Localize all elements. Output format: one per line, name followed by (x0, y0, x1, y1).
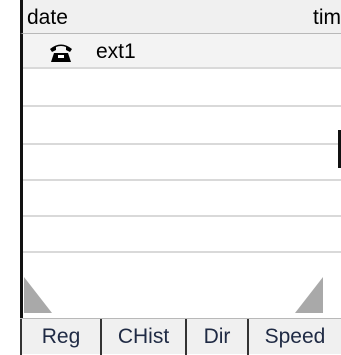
telephone-icon (47, 40, 75, 64)
call-list: ext1 (20, 34, 341, 287)
list-item-empty[interactable] (23, 145, 341, 181)
list-item[interactable]: ext1 (23, 34, 341, 69)
tab-chist[interactable]: CHist (100, 319, 185, 355)
left-corner-grip-icon (24, 277, 52, 313)
list-item-empty[interactable] (23, 107, 341, 145)
tab-bar: Reg CHist Dir Speed (20, 318, 341, 355)
call-log-panel: date time ext1 Reg (20, 0, 341, 355)
tab-reg[interactable]: Reg (20, 319, 100, 355)
list-header: date time (20, 0, 341, 34)
list-item-empty[interactable] (23, 69, 341, 107)
date-column-header[interactable]: date (27, 7, 68, 29)
tab-dir[interactable]: Dir (185, 319, 247, 355)
list-item-empty[interactable] (23, 181, 341, 217)
panel-footer (20, 271, 341, 318)
right-corner-grip-icon (295, 277, 323, 313)
list-item-empty[interactable] (23, 217, 341, 253)
tab-speed[interactable]: Speed (247, 319, 341, 355)
list-item-label: ext1 (96, 40, 136, 63)
time-column-header[interactable]: time (313, 7, 341, 29)
